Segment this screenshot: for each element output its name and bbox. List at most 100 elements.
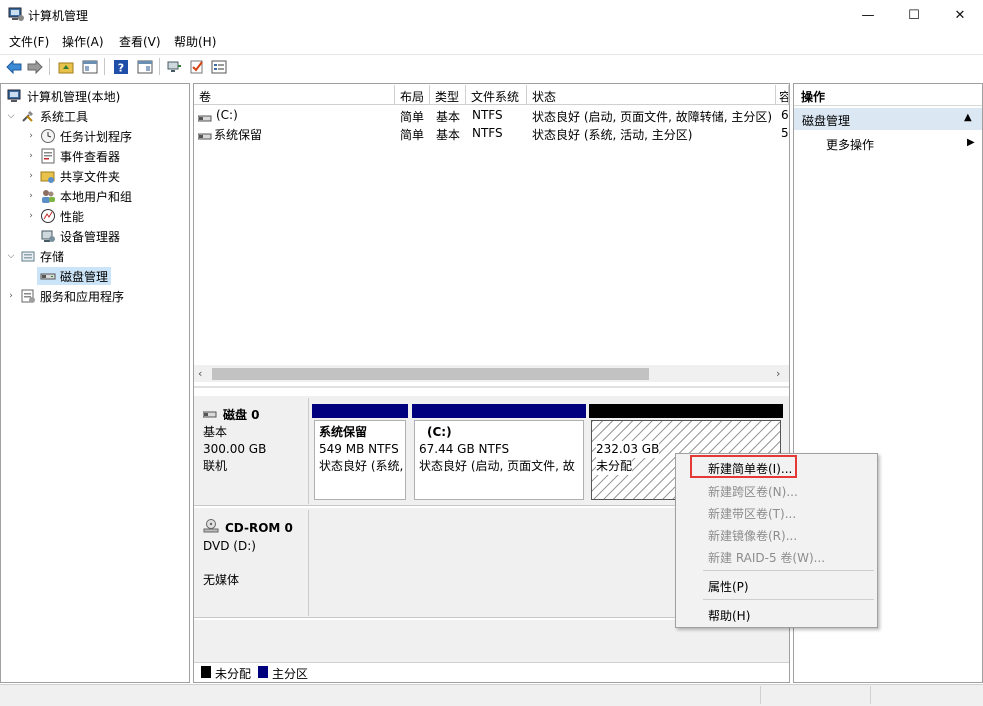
- tree-item-performance[interactable]: › 性能: [1, 206, 189, 226]
- volume-fs-cell: NTFS: [472, 108, 503, 122]
- volume-fs-cell: NTFS: [472, 126, 503, 140]
- column-header-status[interactable]: 状态: [527, 85, 776, 105]
- cdrom-label[interactable]: CD-ROM 0 DVD (D:) 无媒体: [197, 510, 309, 616]
- more-actions-item[interactable]: 更多操作: [826, 136, 874, 153]
- tree-item-disk-management[interactable]: 磁盘管理: [1, 266, 189, 286]
- menu-new-striped-volume[interactable]: 新建带区卷(T)...: [708, 505, 796, 522]
- partition-title: (C:): [427, 425, 452, 439]
- checklist-icon: [190, 60, 203, 73]
- tools-icon: [20, 108, 36, 124]
- chevron-right-icon[interactable]: ›: [25, 191, 37, 201]
- up-level-button[interactable]: [56, 57, 75, 76]
- column-header-type[interactable]: 类型: [430, 85, 466, 105]
- column-header-layout[interactable]: 布局: [395, 85, 430, 105]
- chevron-down-icon[interactable]: ⌵: [5, 251, 17, 261]
- title-bar: [0, 0, 983, 30]
- hard-disk-icon: [202, 407, 217, 424]
- volume-status-cell: 状态良好 (系统, 活动, 主分区): [532, 128, 693, 142]
- performance-icon: [40, 208, 56, 224]
- shared-folder-icon: [40, 168, 56, 184]
- partition-bar-primary: [312, 404, 408, 418]
- computer-management-icon: [8, 6, 24, 22]
- scroll-right-icon[interactable]: ›: [776, 367, 780, 380]
- chevron-right-icon[interactable]: ›: [25, 171, 37, 181]
- clock-icon: [40, 128, 56, 144]
- volume-capacity-cell: 5: [781, 126, 789, 140]
- actions-section-disk-management[interactable]: 磁盘管理: [794, 108, 982, 130]
- chevron-right-icon[interactable]: ›: [25, 211, 37, 221]
- menu-properties[interactable]: 属性(P): [708, 578, 749, 595]
- menu-separator: [703, 570, 874, 571]
- legend-primary-swatch: [258, 666, 268, 678]
- menu-view[interactable]: 查看(V): [119, 33, 161, 50]
- close-button[interactable]: ✕: [937, 0, 983, 30]
- chevron-down-icon[interactable]: ⌵: [5, 111, 17, 121]
- back-arrow-icon: [5, 59, 21, 74]
- tree-item-local-users[interactable]: › 本地用户和组: [1, 186, 189, 206]
- disk0-type: 基本: [203, 425, 228, 439]
- properties-button[interactable]: [209, 57, 228, 76]
- column-header-volume[interactable]: 卷: [194, 85, 395, 105]
- selected-highlight: 磁盘管理: [37, 267, 112, 285]
- collapse-triangle-icon[interactable]: ▲: [964, 112, 972, 123]
- column-header-capacity[interactable]: 容: [776, 85, 789, 105]
- forward-button[interactable]: [25, 57, 44, 76]
- partition-bar-unallocated: [589, 404, 783, 418]
- tree-item-services-apps[interactable]: › 服务和应用程序: [1, 286, 189, 306]
- partition-size: 67.44 GB NTFS: [419, 442, 510, 456]
- menu-new-mirrored-volume[interactable]: 新建镜像卷(R)...: [708, 527, 797, 544]
- volume-name-cell[interactable]: 系统保留: [214, 126, 389, 144]
- help-button[interactable]: ?: [111, 57, 130, 76]
- check-button[interactable]: [187, 57, 206, 76]
- action-pane-icon: [137, 60, 152, 73]
- menu-new-raid5-volume[interactable]: 新建 RAID-5 卷(W)...: [708, 549, 825, 566]
- computer-management-icon: [7, 88, 23, 104]
- partition-bar-primary: [412, 404, 586, 418]
- menu-file[interactable]: 文件(F): [9, 33, 49, 50]
- scrollbar-thumb[interactable]: [212, 368, 649, 380]
- disk0-state: 联机: [203, 459, 228, 473]
- disk0-size: 300.00 GB: [203, 442, 267, 456]
- tree-item-shared-folders[interactable]: › 共享文件夹: [1, 166, 189, 186]
- splitter[interactable]: [194, 386, 789, 388]
- menu-separator: [703, 599, 874, 600]
- status-bar-divider: [760, 686, 761, 704]
- maximize-icon: ☐: [908, 7, 920, 23]
- connect-button[interactable]: [164, 57, 183, 76]
- properties-icon: [211, 60, 226, 73]
- tree-item-storage[interactable]: ⌵ 存储: [1, 246, 189, 266]
- disk0-name: 磁盘 0: [223, 408, 260, 422]
- minimize-button[interactable]: —: [845, 0, 891, 30]
- scroll-left-icon[interactable]: ‹: [198, 367, 202, 380]
- partition-status: 状态良好 (系统,: [319, 459, 404, 473]
- back-button[interactable]: [4, 57, 23, 76]
- tree-item-device-manager[interactable]: 设备管理器: [1, 226, 189, 246]
- maximize-button[interactable]: ☐: [891, 0, 937, 30]
- menu-action[interactable]: 操作(A): [62, 33, 104, 50]
- status-bar: [0, 684, 983, 706]
- tree-item-system-tools[interactable]: ⌵ 系统工具: [1, 106, 189, 126]
- partition-c-drive[interactable]: (C:) 67.44 GB NTFS 状态良好 (启动, 页面文件, 故: [414, 420, 584, 500]
- show-action-pane-button[interactable]: [135, 57, 154, 76]
- submenu-arrow-icon: ▶: [967, 137, 975, 148]
- cdrom-media: 无媒体: [203, 573, 240, 587]
- partition-system-reserved[interactable]: 系统保留 549 MB NTFS 状态良好 (系统,: [314, 420, 406, 500]
- chevron-right-icon[interactable]: ›: [25, 151, 37, 161]
- chevron-right-icon[interactable]: ›: [25, 131, 37, 141]
- column-header-filesystem[interactable]: 文件系统: [466, 85, 527, 105]
- tree-item-task-scheduler[interactable]: › 任务计划程序: [1, 126, 189, 146]
- show-hide-tree-button[interactable]: [80, 57, 99, 76]
- tree-item-event-viewer[interactable]: › 事件查看器: [1, 146, 189, 166]
- storage-icon: [20, 248, 36, 264]
- menu-new-spanned-volume[interactable]: 新建跨区卷(N)...: [708, 483, 798, 500]
- volume-name-cell[interactable]: (C:): [216, 108, 391, 126]
- disk0-label[interactable]: 磁盘 0 基本 300.00 GB 联机: [197, 398, 309, 504]
- menu-help[interactable]: 帮助(H): [174, 33, 216, 50]
- tree-item-root[interactable]: 计算机管理(本地): [1, 86, 189, 106]
- partition-status: 未分配: [596, 458, 633, 475]
- minimize-icon: —: [861, 7, 875, 23]
- chevron-right-icon[interactable]: ›: [5, 291, 17, 301]
- console-tree-icon: [82, 60, 97, 73]
- cdrom-icon: [203, 519, 219, 538]
- menu-help-item[interactable]: 帮助(H): [708, 607, 750, 624]
